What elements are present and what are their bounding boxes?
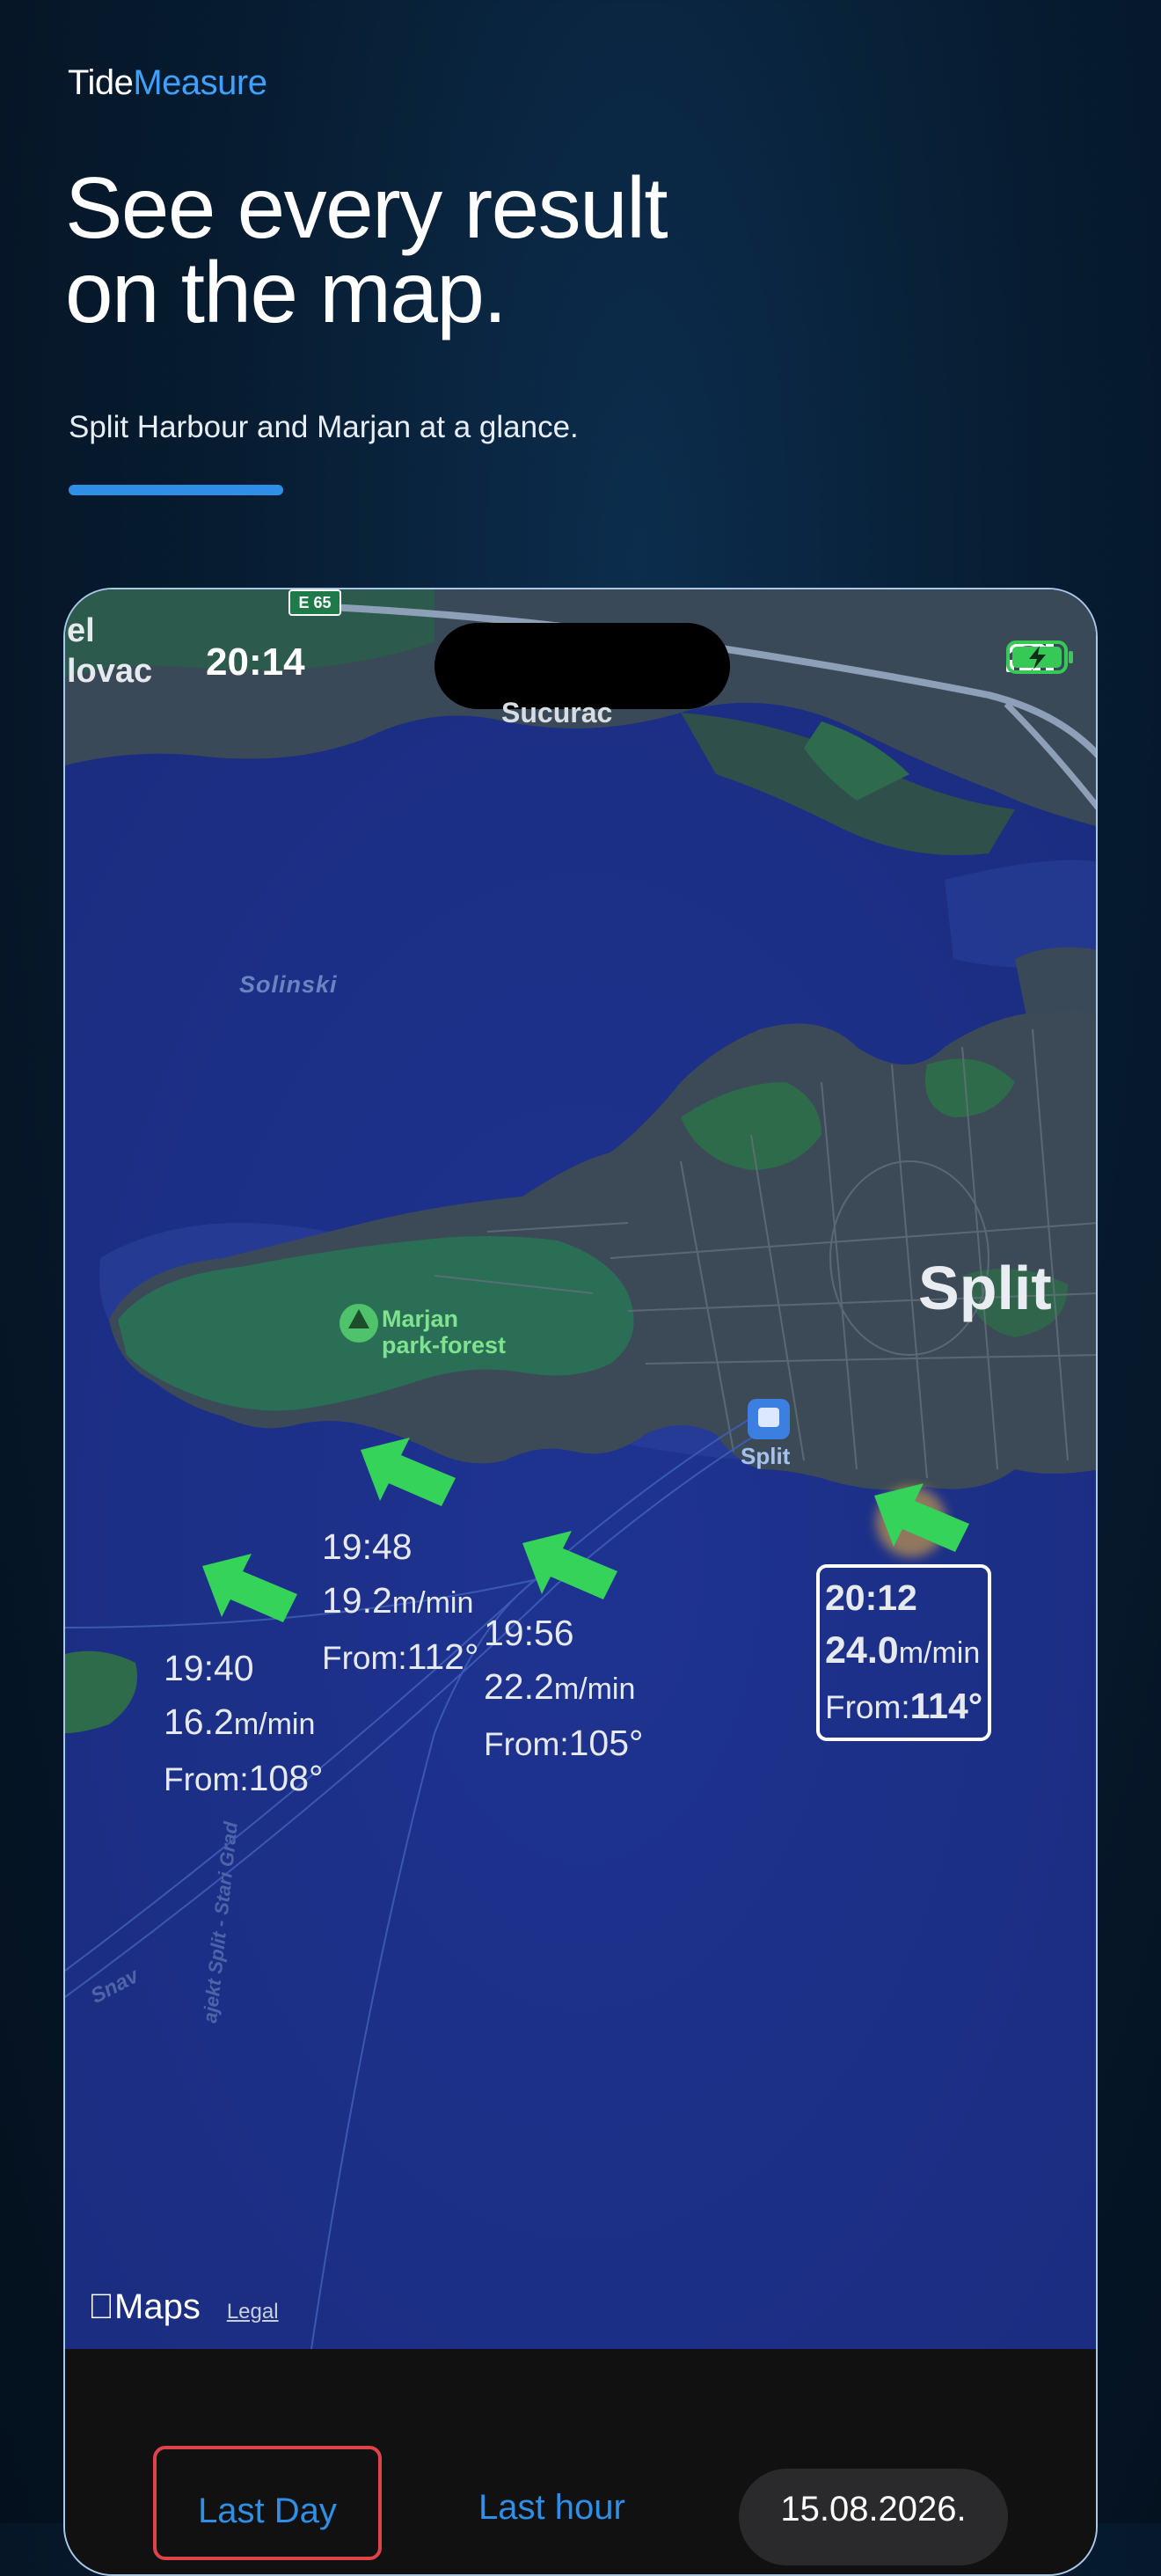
reading-speed: 22.2 [484,1666,554,1707]
reading-speed-row: 24.0m/min [825,1624,982,1680]
headline: See every result on the map. [65,159,668,340]
phone-mockup: 20:14 E 65 el lovac Sucurac Solinski Spl… [63,588,1098,2576]
filter-bar: Last Day Last hour 15.08.2026. [65,2349,1096,2574]
current-arrow-icon[interactable] [354,1434,459,1513]
map-label-place-line1: el [67,612,95,649]
accent-bar [69,485,283,495]
status-time: 20:14 [206,640,305,684]
reading-speed: 19.2 [322,1580,392,1621]
last-day-button[interactable]: Last Day [153,2446,382,2560]
reading-time: 20:12 [825,1577,917,1618]
reading-time: 19:48 [322,1526,413,1567]
reading-from-label: From: [322,1640,407,1676]
last-hour-button[interactable]: Last hour [478,2488,625,2528]
map-label-sucurac: Sucurac [501,697,613,728]
legal-link[interactable]: Legal [227,2300,279,2324]
maps-logo: Maps [88,2287,201,2327]
headline-line1: See every result [65,159,668,256]
map-label-park-line1: Marjan [382,1306,459,1332]
map-label-place-top-left: el lovac [67,611,152,692]
latest-reading-label[interactable]: 20:12 24.0m/min From:114° [816,1564,992,1741]
reading-direction-row: From:105° [484,1716,643,1771]
reading-from-label: From: [825,1689,910,1725]
current-arrow-icon[interactable] [195,1550,301,1629]
reading-speed-row: 16.2m/min [164,1695,323,1752]
battery-charging-icon [1006,640,1073,674]
current-arrow-icon[interactable] [515,1527,621,1606]
reading-direction: 105° [568,1723,644,1763]
current-arrow-icon[interactable] [867,1480,973,1559]
reading-speed: 16.2 [164,1701,234,1742]
brand-name-part2: Measure [133,63,267,102]
reading-direction: 108° [248,1758,324,1798]
map-view[interactable]: 20:14 E 65 el lovac Sucurac Solinski Spl… [65,589,1096,2349]
reading-unit: m/min [553,1672,636,1706]
reading-speed-row: 22.2m/min [484,1660,643,1716]
map-label-park[interactable]: Marjan park-forest [382,1306,506,1358]
reading-unit: m/min [898,1636,981,1670]
map-label-solinski: Solinski [239,971,338,998]
reading-direction-row: From:114° [825,1680,982,1734]
map-label-station[interactable]: Split [741,1443,790,1470]
reading-unit: m/min [233,1708,316,1741]
reading-label[interactable]: 19:56 22.2m/min From:105° [484,1606,643,1771]
subheadline: Split Harbour and Marjan at a glance. [69,410,579,444]
brand-name-part1: Tide [68,63,134,102]
maps-attribution: Maps Legal [88,2287,279,2327]
headline-line2: on the map. [65,244,507,340]
reading-time: 19:56 [484,1613,574,1653]
reading-from-label: From: [484,1726,569,1762]
map-background [65,589,1096,2349]
map-label-park-line2: park-forest [382,1332,507,1358]
map-label-place-line2: lovac [67,653,153,690]
reading-time: 19:40 [164,1648,254,1688]
reading-from-label: From: [164,1761,249,1797]
reading-unit: m/min [391,1586,474,1620]
reading-speed: 24.0 [825,1629,899,1672]
reading-direction-row: From:112° [322,1630,478,1685]
reading-direction-row: From:108° [164,1752,323,1806]
highway-shield: E 65 [288,589,341,616]
maps-logo-text: Maps [88,2287,201,2326]
reading-label[interactable]: 19:40 16.2m/min From:108° [164,1642,323,1806]
reading-direction: 112° [406,1636,479,1677]
reading-speed-row: 19.2m/min [322,1574,478,1630]
reading-direction: 114° [909,1686,983,1726]
brand-logo: TideMeasure [68,63,267,103]
map-label-city: Split [918,1254,1052,1322]
date-picker[interactable]: 15.08.2026. [739,2469,1008,2565]
reading-label[interactable]: 19:48 19.2m/min From:112° [322,1520,478,1685]
